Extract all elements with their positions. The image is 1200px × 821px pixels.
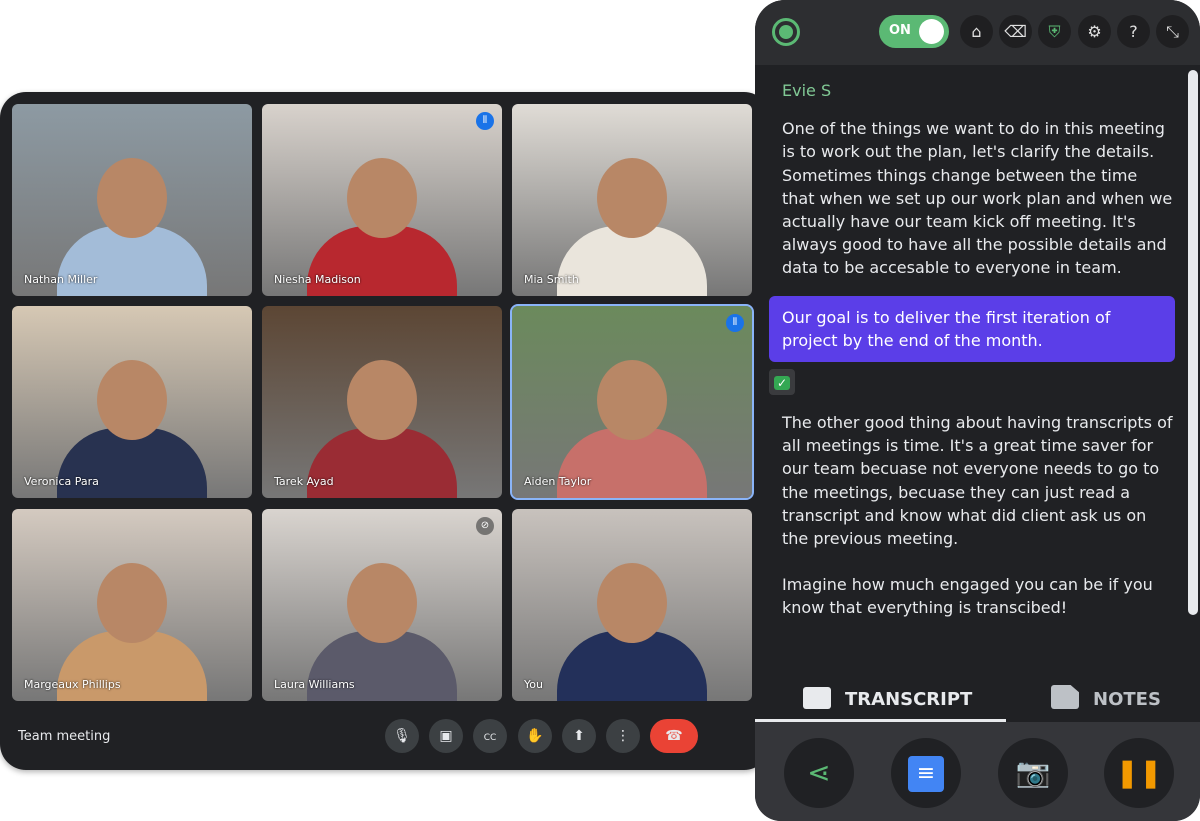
tab-transcript[interactable]: TRANSCRIPT [755,685,1006,722]
participant-tile[interactable]: Mia Smith [512,104,752,296]
participant-tile[interactable]: Margeaux Phillips [12,509,252,701]
shield-check-icon[interactable]: ⛨ [1038,15,1071,48]
tab-label: NOTES [1093,689,1161,710]
participant-avatar [97,359,167,440]
share-icon: ⋖ [807,756,831,789]
participant-avatar [597,157,667,238]
participant-name: Tarek Ayad [274,475,334,488]
mic-button[interactable]: 🎙 [385,719,419,753]
speaking-icon: ⦀ [726,314,744,332]
transcript-paragraph: Imagine how much engaged you can be if y… [782,575,1153,618]
camera-button[interactable]: ▣ [429,719,463,753]
eraser-icon[interactable]: ⌫ [999,15,1032,48]
screenshot-button[interactable]: 📷 [998,738,1068,808]
present-icon: ⬆ [573,728,585,744]
scrollbar[interactable] [1188,70,1198,615]
participant-tile[interactable]: Nathan Miller [12,104,252,296]
meet-window: Nathan Miller Niesha Madison ⦀ Mia Smith Ver… [0,92,770,770]
speaker-name: Evie S [782,81,832,100]
on-toggle[interactable]: ON [879,15,949,48]
participant-name: Niesha Madison [274,273,361,286]
participant-tile[interactable]: Niesha Madison ⦀ [262,104,502,296]
participant-avatar [97,562,167,643]
gear-icon[interactable]: ⚙ [1078,15,1111,48]
participant-avatar [597,359,667,440]
participant-name: Veronica Para [24,475,99,488]
transcript-paragraph: One of the things we want to do in this … [782,119,1173,278]
participant-name: Mia Smith [524,273,579,286]
participant-avatar [347,562,417,643]
more-icon: ⋮ [616,728,630,744]
subtitles-icon [803,687,831,709]
mic-off-icon: ⊘ [476,517,494,535]
raise-hand-icon: ✋ [526,728,544,744]
pause-icon: ❚❚ [1115,756,1163,789]
participant-tile[interactable]: You [512,509,752,701]
more-button[interactable]: ⋮ [606,719,640,753]
highlighted-paragraph[interactable]: Our goal is to deliver the first iterati… [769,295,1175,363]
participant-tile[interactable]: Tarek Ayad [262,306,502,498]
toggle-label: ON [889,23,911,38]
share-button[interactable]: ⋖ [784,738,854,808]
tab-label: TRANSCRIPT [845,689,973,710]
captions-icon: CC [483,733,497,743]
home-icon[interactable]: ⌂ [960,15,993,48]
panel-header: ON ⌂ ⌫ ⛨ ⚙ ? ⤡ [755,0,1200,65]
end-call-icon: ☎ [665,728,683,744]
pause-button[interactable]: ❚❚ [1104,738,1174,808]
transcript-paragraph: The other good thing about having transc… [782,413,1173,549]
participant-name: Nathan Miller [24,273,98,286]
participant-avatar [347,157,417,238]
check-icon[interactable]: ✓ [769,369,795,396]
toggle-knob [919,19,944,44]
participant-name: You [524,678,543,691]
help-icon[interactable]: ? [1117,15,1150,48]
panel-actions: ⋖ ≡ 📷 ❚❚ [755,722,1200,821]
document-button[interactable]: ≡ [891,738,961,808]
participant-name: Laura Williams [274,678,355,691]
end-call-button[interactable]: ☎ [650,719,698,753]
raise-hand-button[interactable]: ✋ [518,719,552,753]
camera-icon: ▣ [439,728,453,744]
participant-avatar [597,562,667,643]
participant-avatar [97,157,167,238]
speaking-icon: ⦀ [476,112,494,130]
mic-icon: 🎙 [393,728,411,744]
record-icon[interactable] [772,18,800,46]
participant-tile[interactable]: Laura Williams ⊘ [262,509,502,701]
participant-name: Aiden Taylor [524,475,592,488]
note-icon [1051,685,1079,709]
meeting-title: Team meeting [18,729,111,744]
check-mark: ✓ [773,376,791,391]
collapse-icon[interactable]: ⤡ [1156,15,1189,48]
panel-tabs: TRANSCRIPT NOTES [755,685,1200,722]
participant-tile[interactable]: Veronica Para [12,306,252,498]
participant-name: Margeaux Phillips [24,678,121,691]
tab-notes[interactable]: NOTES [1051,685,1161,722]
camera-icon: 📷 [1015,756,1051,789]
present-button[interactable]: ⬆ [562,719,596,753]
participant-avatar [347,359,417,440]
transcript-panel: ON ⌂ ⌫ ⛨ ⚙ ? ⤡ Evie S One of the things … [755,0,1200,821]
transcript-content: Evie S One of the things we want to do i… [755,65,1200,685]
participant-tile[interactable]: Aiden Taylor ⦀ [510,304,754,500]
captions-button[interactable]: CC [473,719,507,753]
document-icon: ≡ [908,756,944,792]
